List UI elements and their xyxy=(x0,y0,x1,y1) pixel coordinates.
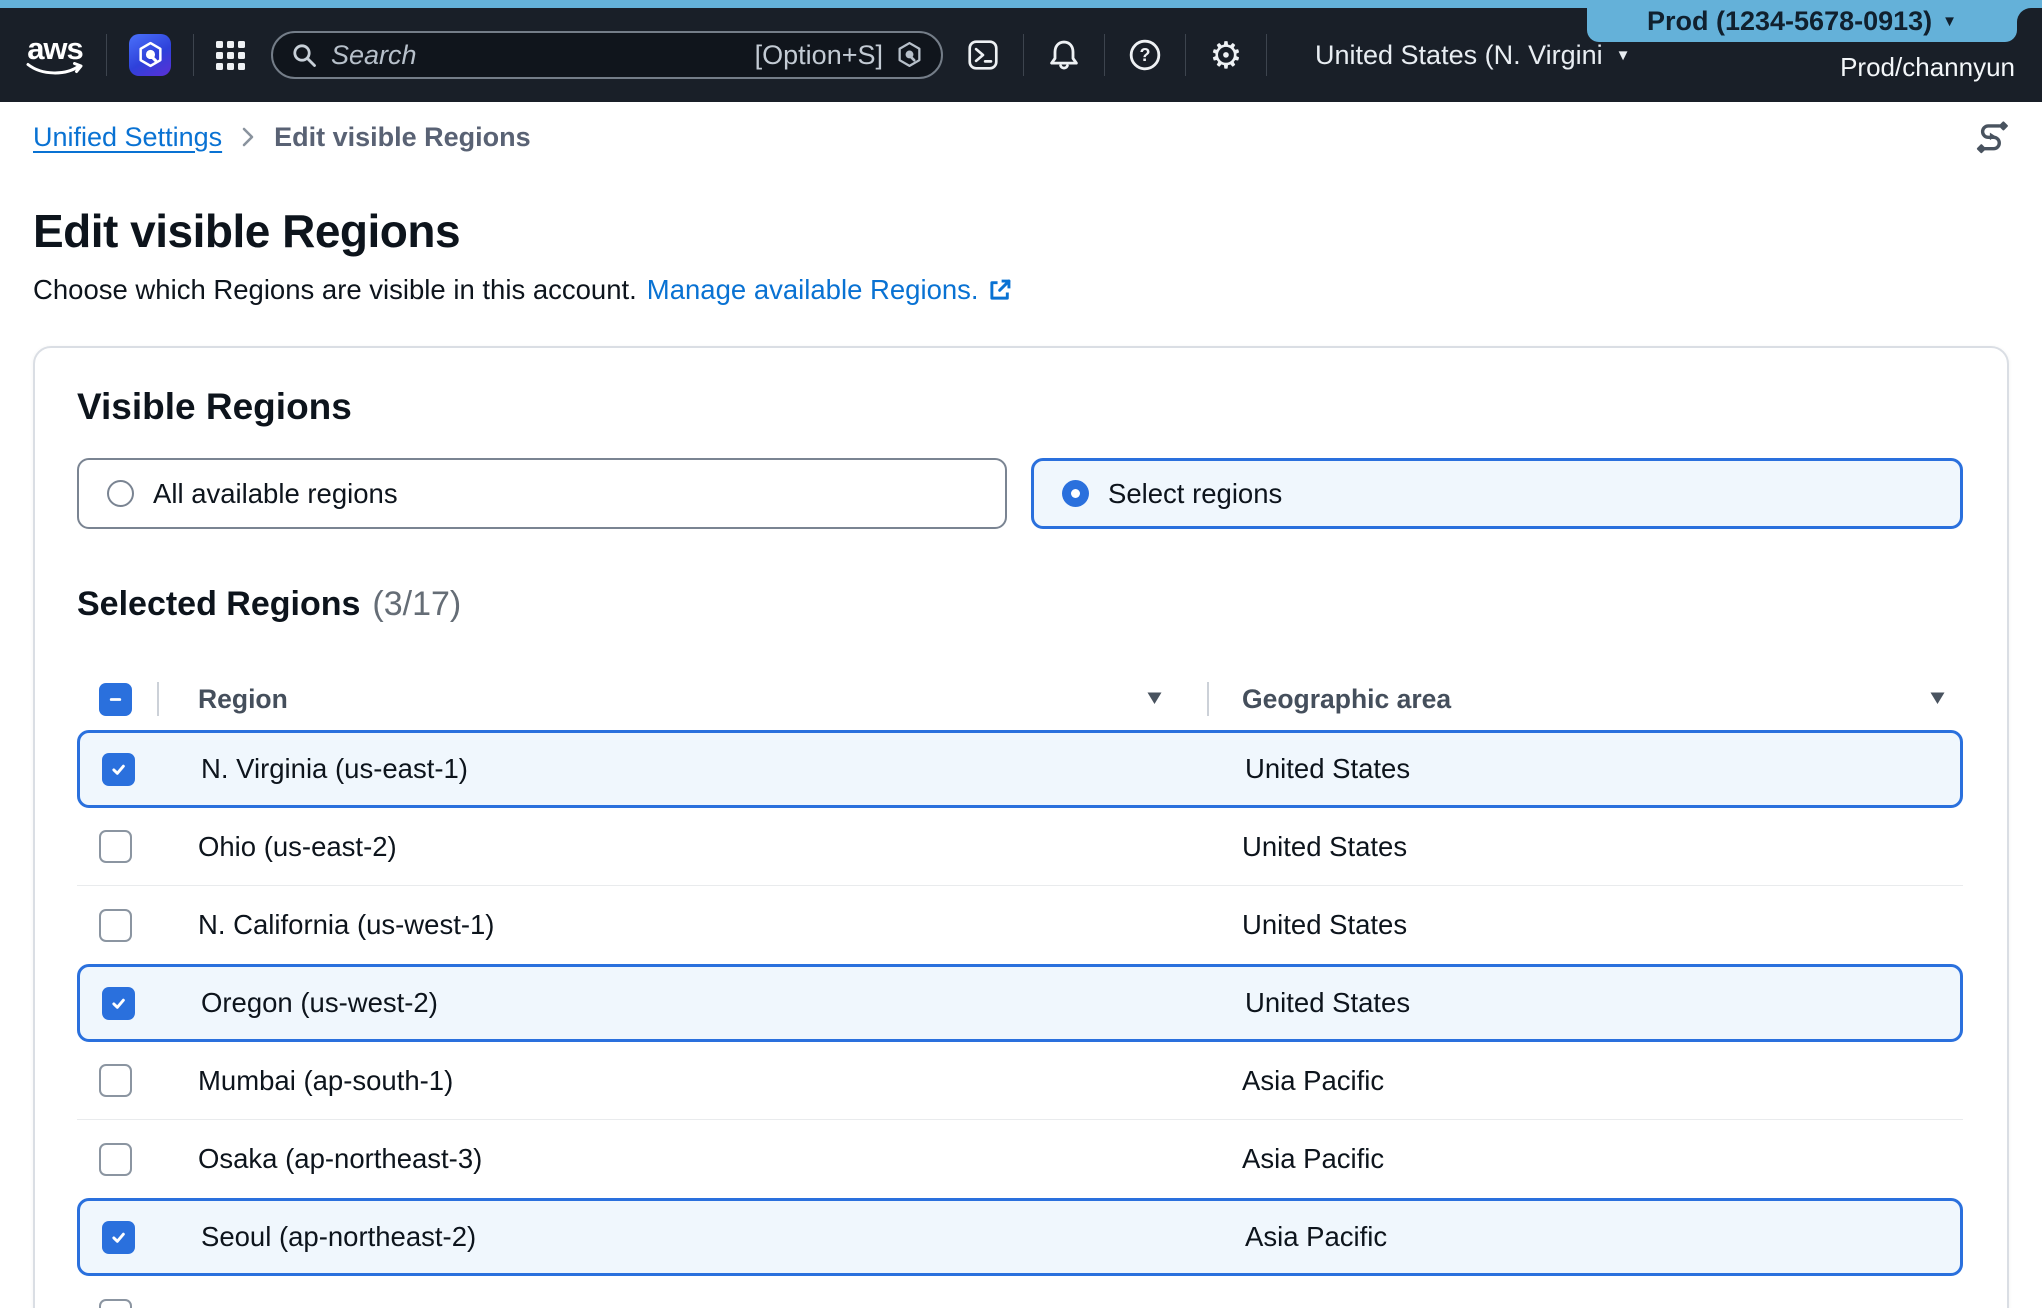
column-divider xyxy=(157,682,159,716)
chevron-down-icon: ▼ xyxy=(1942,14,1957,29)
notifications-bell-icon[interactable] xyxy=(1046,33,1082,77)
svg-text:?: ? xyxy=(1140,45,1151,65)
divider xyxy=(1023,34,1024,76)
selected-regions-count: (3/17) xyxy=(372,585,461,624)
row-checkbox[interactable] xyxy=(102,987,135,1020)
main-content: Edit visible Regions Choose which Region… xyxy=(0,172,2042,1308)
row-checkbox[interactable] xyxy=(99,1143,132,1176)
amazon-q-hexagon-icon xyxy=(896,41,923,69)
divider xyxy=(1104,34,1105,76)
radio-tile-select-regions[interactable]: Select regions xyxy=(1031,458,1963,529)
radio-button-selected[interactable] xyxy=(1062,480,1089,507)
divider xyxy=(1185,34,1186,76)
chevron-down-icon: ▼ xyxy=(1616,48,1631,63)
cloudshell-terminal-icon[interactable] xyxy=(965,33,1001,77)
username-label: Prod/channyun xyxy=(1840,52,2015,83)
aws-logo-text: aws xyxy=(27,36,83,62)
table-row[interactable]: Oregon (us-west-2) United States xyxy=(77,964,1963,1042)
account-badge-label: Prod (1234-5678-0913) xyxy=(1647,6,1932,37)
aws-logo[interactable]: aws xyxy=(26,36,84,77)
table-row[interactable]: N. California (us-west-1) United States xyxy=(77,886,1963,964)
workflow-shortcuts-icon[interactable] xyxy=(1970,115,2014,159)
settings-gear-icon[interactable]: ⚙ xyxy=(1208,33,1244,77)
page-title: Edit visible Regions xyxy=(33,204,2009,258)
column-header-region: Region xyxy=(198,684,1242,715)
help-icon[interactable]: ? xyxy=(1127,33,1163,77)
geographic-area-cell: United States xyxy=(1245,987,1960,1019)
table-body: N. Virginia (us-east-1) United States Oh… xyxy=(77,730,1963,1308)
radio-button-unselected[interactable] xyxy=(107,480,134,507)
geographic-area-cell: United States xyxy=(1245,753,1960,785)
services-grid-icon[interactable] xyxy=(216,41,245,70)
visible-regions-card: Visible Regions All available regions Se… xyxy=(33,346,2009,1308)
column-header-geographic-area: Geographic area xyxy=(1242,684,1963,715)
breadcrumb-current: Edit visible Regions xyxy=(274,122,531,153)
strip-corner-mask xyxy=(2017,8,2042,44)
search-icon xyxy=(291,42,318,69)
selected-regions-title: Selected Regions xyxy=(77,585,360,624)
region-column-filter-icon[interactable] xyxy=(1145,690,1164,707)
region-selector[interactable]: United States (N. Virgini ▼ xyxy=(1315,40,1631,71)
search-placeholder: Search xyxy=(331,40,417,71)
region-cell: Ohio (us-east-2) xyxy=(198,831,1242,863)
region-cell: Mumbai (ap-south-1) xyxy=(198,1065,1242,1097)
column-divider xyxy=(1207,682,1209,716)
radio-tile-all-regions[interactable]: All available regions xyxy=(77,458,1007,529)
manage-regions-link[interactable]: Manage available Regions. xyxy=(647,274,1013,306)
geographic-area-cell: Asia Pacific xyxy=(1242,1143,1963,1175)
breadcrumb: Unified Settings Edit visible Regions xyxy=(0,102,2042,172)
breadcrumb-link-unified-settings[interactable]: Unified Settings xyxy=(33,122,222,153)
row-checkbox[interactable] xyxy=(99,909,132,942)
regions-table: Region Geographic area N. Virginia (us-e… xyxy=(77,668,1963,1308)
table-row[interactable]: Mumbai (ap-south-1) Asia Pacific xyxy=(77,1042,1963,1120)
table-header-row: Region Geographic area xyxy=(77,668,1963,730)
region-cell: Seoul (ap-northeast-2) xyxy=(201,1221,1245,1253)
amazon-q-icon[interactable] xyxy=(129,34,171,76)
radio-label: All available regions xyxy=(153,478,398,510)
geographic-area-cell: United States xyxy=(1242,909,1963,941)
visibility-mode-radios: All available regions Select regions xyxy=(77,458,1963,529)
table-row[interactable]: N. Virginia (us-east-1) United States xyxy=(77,730,1963,808)
row-checkbox[interactable] xyxy=(99,1299,132,1308)
region-cell: Oregon (us-west-2) xyxy=(201,987,1245,1019)
geographic-area-cell: Asia Pacific xyxy=(1242,1065,1963,1097)
table-row[interactable]: Osaka (ap-northeast-3) Asia Pacific xyxy=(77,1120,1963,1198)
geographic-area-cell: Asia Pacific xyxy=(1245,1221,1960,1253)
search-input[interactable]: Search [Option+S] xyxy=(271,31,943,79)
table-row[interactable] xyxy=(77,1276,1963,1308)
row-checkbox[interactable] xyxy=(99,1064,132,1097)
divider xyxy=(106,34,107,76)
aws-smile-icon xyxy=(26,62,84,77)
row-checkbox[interactable] xyxy=(102,753,135,786)
page-description: Choose which Regions are visible in this… xyxy=(33,274,637,306)
search-shortcut: [Option+S] xyxy=(755,40,883,71)
table-row[interactable]: Ohio (us-east-2) United States xyxy=(77,808,1963,886)
divider xyxy=(1266,34,1267,76)
divider xyxy=(193,34,194,76)
row-checkbox[interactable] xyxy=(99,830,132,863)
table-row[interactable]: Seoul (ap-northeast-2) Asia Pacific xyxy=(77,1198,1963,1276)
select-all-checkbox[interactable] xyxy=(99,683,132,716)
geographic-area-column-filter-icon[interactable] xyxy=(1928,690,1947,707)
region-selector-label: United States (N. Virgini xyxy=(1315,40,1603,71)
row-checkbox[interactable] xyxy=(102,1221,135,1254)
external-link-icon xyxy=(987,277,1013,303)
region-cell: Osaka (ap-northeast-3) xyxy=(198,1143,1242,1175)
geographic-area-cell: United States xyxy=(1242,831,1963,863)
region-cell: N. Virginia (us-east-1) xyxy=(201,753,1245,785)
radio-label: Select regions xyxy=(1108,478,1282,510)
card-header: Visible Regions xyxy=(77,386,1963,428)
account-badge[interactable]: Prod (1234-5678-0913) ▼ xyxy=(1587,0,2017,42)
region-cell: N. California (us-west-1) xyxy=(198,909,1242,941)
chevron-right-icon xyxy=(238,125,258,149)
aws-console-page: Prod (1234-5678-0913) ▼ Prod/channyun aw… xyxy=(0,0,2042,1308)
